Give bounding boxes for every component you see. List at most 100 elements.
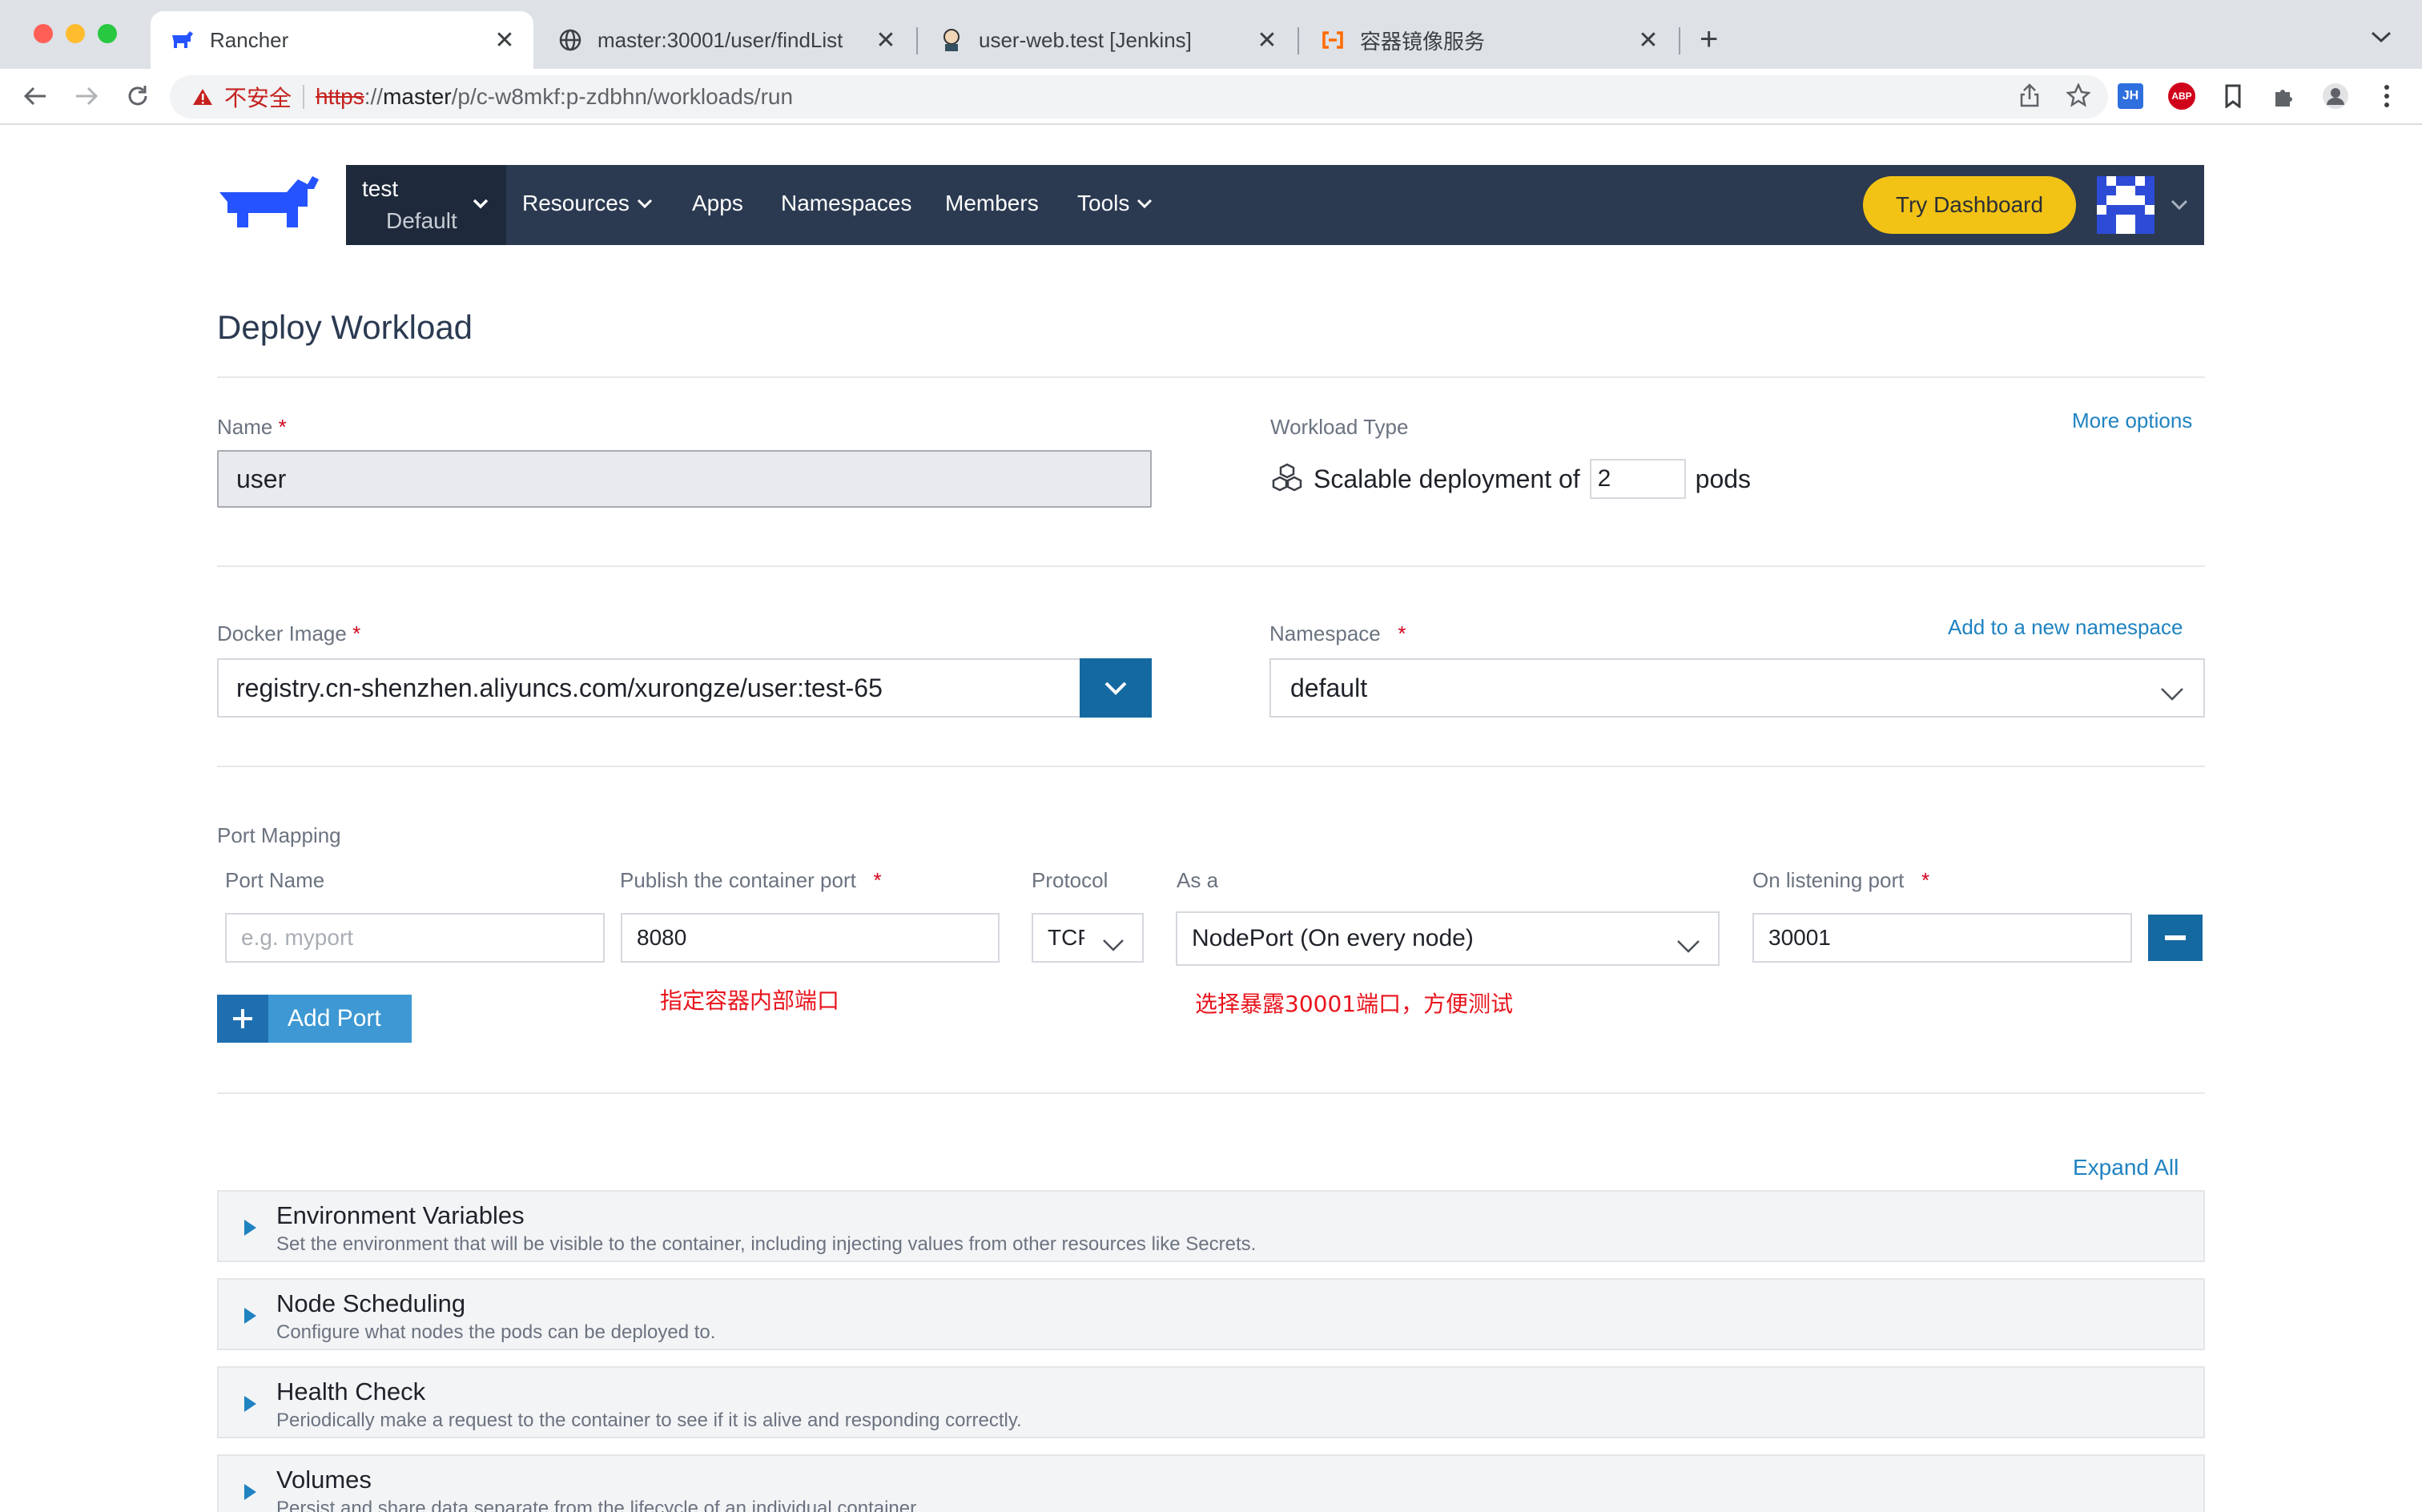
port-name-input[interactable]: e.g. myport — [225, 913, 605, 963]
close-tab-icon[interactable]: ✕ — [1634, 26, 1663, 54]
rancher-favicon-icon — [170, 27, 195, 53]
browser-menu-kebab-icon[interactable] — [2371, 80, 2403, 112]
expand-triangle-icon — [243, 1219, 257, 1241]
rancher-top-nav: test Default Resources Apps Namespaces M… — [346, 165, 2204, 245]
browser-tab-findlist[interactable]: master:30001/user/findList ✕ — [538, 11, 915, 69]
section-node-scheduling[interactable]: Node Scheduling Configure what nodes the… — [217, 1278, 2205, 1350]
section-environment-variables[interactable]: Environment Variables Set the environmen… — [217, 1190, 2205, 1262]
tab-title: user-web.test [Jenkins] — [979, 27, 1192, 52]
url-path: /p/c-w8mkf:p-zdbhn/workloads/run — [451, 84, 794, 109]
nav-tools[interactable]: Tools — [1077, 191, 1153, 216]
bookmark-icon[interactable] — [2217, 80, 2249, 112]
address-divider — [303, 85, 305, 109]
chevron-down-icon — [1137, 199, 1153, 209]
bookmark-star-icon[interactable] — [2066, 82, 2091, 113]
pods-unit-text: pods — [1695, 464, 1752, 493]
protocol-column-label: Protocol — [1032, 868, 1108, 892]
section-health-check[interactable]: Health Check Periodically make a request… — [217, 1366, 2205, 1438]
browser-tab-jenkins[interactable]: user-web.test [Jenkins] ✕ — [919, 11, 1296, 69]
add-port-button[interactable]: Add Port — [217, 995, 412, 1043]
new-tab-button[interactable]: + — [1700, 21, 1718, 58]
namespace-select[interactable]: default — [1269, 658, 2205, 718]
tab-title: 容器镜像服务 — [1360, 30, 1486, 54]
extensions-puzzle-icon[interactable] — [2268, 80, 2300, 112]
url-separator: :// — [364, 84, 384, 109]
not-secure-label: 不安全 — [224, 85, 292, 111]
tab-title: Rancher — [210, 27, 289, 52]
profile-icon[interactable] — [2319, 80, 2352, 112]
url-scheme: https — [316, 84, 364, 109]
name-input[interactable]: user — [217, 450, 1152, 508]
tab-divider — [916, 27, 918, 54]
port-name-column-label: Port Name — [225, 868, 325, 892]
nav-members[interactable]: Members — [945, 191, 1039, 216]
chevron-down-icon — [1102, 932, 1124, 958]
expand-triangle-icon — [243, 1395, 257, 1417]
listening-port-input[interactable]: 30001 — [1752, 913, 2132, 963]
namespace-label: Namespace * — [1269, 621, 1406, 645]
reload-icon[interactable] — [122, 80, 154, 112]
docker-image-input[interactable]: registry.cn-shenzhen.aliyuncs.com/xurong… — [217, 658, 1080, 718]
jh-extension-icon[interactable]: JH — [2114, 80, 2146, 112]
divider — [217, 376, 2205, 378]
expand-triangle-icon — [243, 1483, 257, 1505]
scalable-deployment-text: Scalable deployment of — [1314, 464, 1580, 493]
docker-image-label: Docker Image * — [217, 621, 361, 645]
chevron-down-icon — [1104, 682, 1127, 695]
user-avatar[interactable] — [2097, 176, 2154, 234]
pods-count-input[interactable]: 2 — [1589, 459, 1686, 499]
workload-type-row: Scalable deployment of 2 pods — [1270, 456, 1751, 501]
browser-tab-aliyun[interactable]: 容器镜像服务 ✕ — [1301, 11, 1677, 69]
add-namespace-link[interactable]: Add to a new namespace — [1948, 615, 2183, 640]
globe-icon — [557, 27, 583, 53]
project-switcher[interactable]: test Default — [346, 165, 506, 245]
workload-type-label: Workload Type — [1270, 415, 1409, 439]
plus-icon — [217, 995, 268, 1043]
nav-apps[interactable]: Apps — [692, 191, 743, 216]
rancher-logo[interactable] — [216, 175, 327, 231]
publish-port-input[interactable]: 8080 — [621, 913, 1000, 963]
back-arrow-icon[interactable] — [19, 80, 51, 112]
divider — [217, 565, 2205, 567]
annotation-node-port: 选择暴露30001端口，方便测试 — [1195, 991, 1514, 1017]
try-dashboard-button[interactable]: Try Dashboard — [1863, 176, 2076, 234]
warning-triangle-icon[interactable] — [192, 87, 213, 107]
address-bar[interactable]: 不安全 https :// master /p/c-w8mkf:p-zdbhn/… — [170, 75, 2108, 119]
more-options-link[interactable]: More options — [2072, 408, 2192, 433]
url-host: master — [383, 84, 452, 109]
jenkins-favicon-icon — [939, 27, 964, 53]
tab-search-chevron-icon[interactable] — [2371, 22, 2392, 50]
chevron-down-icon — [637, 199, 652, 209]
page-title: Deploy Workload — [217, 308, 473, 346]
port-mapping-label: Port Mapping — [217, 823, 341, 847]
listening-port-column-label: On listening port * — [1752, 868, 1930, 892]
aliyun-favicon-icon — [1320, 27, 1346, 53]
name-label: Name * — [217, 415, 287, 439]
chevron-down-icon — [2160, 679, 2184, 709]
nav-resources[interactable]: Resources — [522, 191, 654, 216]
section-volumes[interactable]: Volumes Persist and share data separate … — [217, 1454, 2205, 1512]
service-type-select[interactable]: NodePort (On every node) — [1176, 911, 1720, 966]
chevron-down-icon[interactable] — [2169, 194, 2190, 219]
minimize-window-button[interactable] — [66, 24, 85, 43]
close-tab-icon[interactable]: ✕ — [1253, 26, 1281, 54]
protocol-select[interactable]: TCP — [1032, 913, 1144, 963]
divider — [217, 766, 2205, 767]
minus-icon — [2165, 935, 2186, 940]
close-tab-icon[interactable]: ✕ — [490, 26, 519, 54]
forward-arrow-icon[interactable] — [70, 80, 103, 112]
maximize-window-button[interactable] — [98, 24, 117, 43]
close-tab-icon[interactable]: ✕ — [871, 26, 900, 54]
expand-all-link[interactable]: Expand All — [2073, 1155, 2179, 1180]
share-icon[interactable] — [2020, 83, 2039, 113]
browser-tab-bar: Rancher ✕ master:30001/user/findList ✕ u… — [0, 0, 2422, 69]
nav-namespaces[interactable]: Namespaces — [781, 191, 911, 216]
expand-triangle-icon — [243, 1307, 257, 1329]
browser-tab-rancher[interactable]: Rancher ✕ — [151, 11, 533, 69]
remove-port-button[interactable] — [2148, 915, 2203, 961]
tab-title: master:30001/user/findList — [597, 27, 843, 52]
adblock-plus-icon[interactable]: ABP — [2166, 80, 2198, 112]
tab-divider — [1298, 27, 1299, 54]
image-dropdown-button[interactable] — [1080, 658, 1152, 718]
close-window-button[interactable] — [34, 24, 53, 43]
